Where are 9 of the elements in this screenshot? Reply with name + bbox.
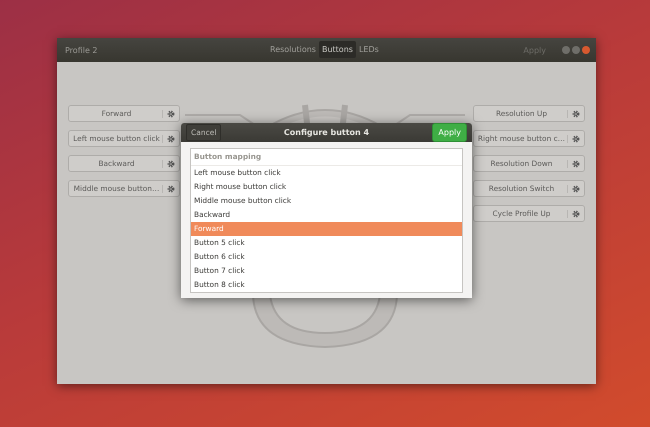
window-title: Profile 2 [65,46,98,54]
maximize-icon[interactable] [572,46,580,54]
tab[interactable]: Buttons [318,41,356,58]
tab[interactable]: Resolutions [267,41,319,58]
apply-button[interactable]: Apply [432,123,467,142]
minimize-icon[interactable] [562,46,570,54]
dialog-title: Configure button 4 [284,128,370,137]
close-icon[interactable] [582,46,590,54]
tab[interactable]: LEDs [356,41,382,58]
